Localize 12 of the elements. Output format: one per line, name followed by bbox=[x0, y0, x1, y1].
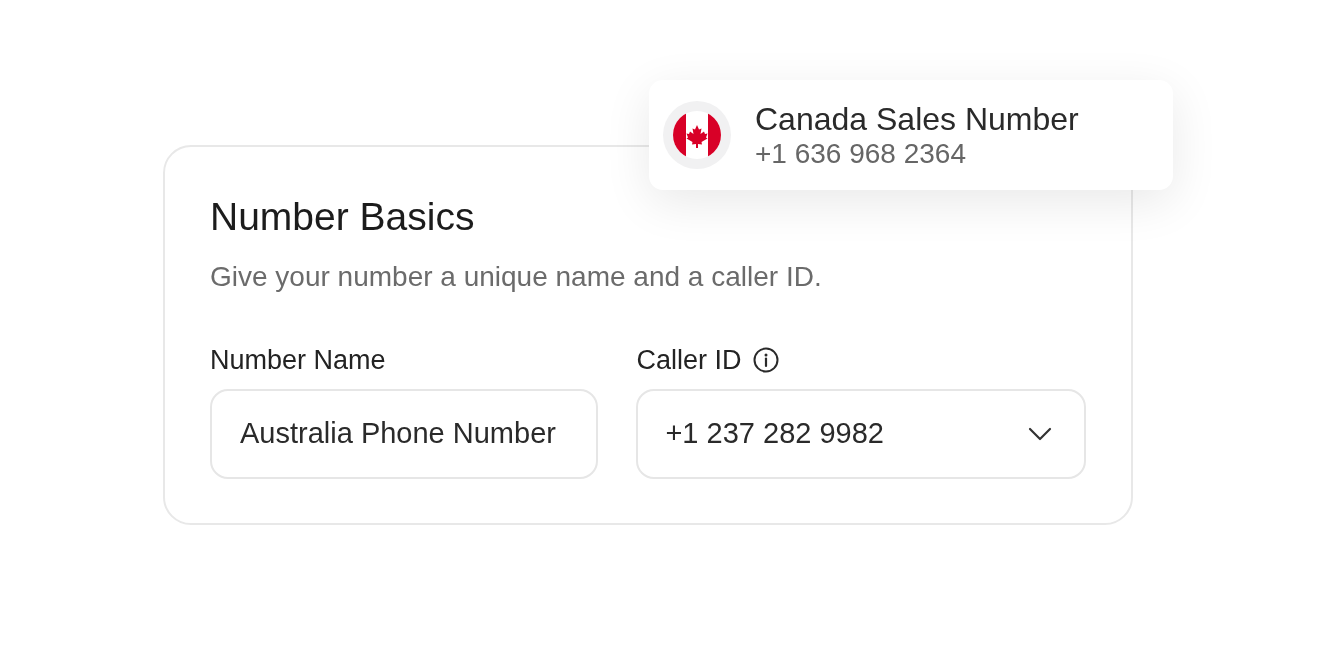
field-label: Caller ID bbox=[636, 345, 742, 375]
dropdown-field[interactable]: +1 237 282 9982 bbox=[636, 389, 1086, 479]
card-subtitle: Give your number a unique name and a caller ID. bbox=[210, 261, 823, 293]
popup-title: Canada Sales Number bbox=[755, 100, 1079, 138]
input-field[interactable]: Australia Phone Number bbox=[210, 389, 599, 479]
canada-flag-icon bbox=[663, 101, 731, 169]
popup-phone-number: +1 636 968 2364 bbox=[755, 138, 967, 170]
info-icon[interactable] bbox=[753, 347, 780, 373]
field-label: Number Name bbox=[210, 345, 386, 375]
card-title: Number Basics bbox=[210, 195, 476, 239]
chevron-down-icon bbox=[1028, 427, 1052, 441]
dropdown-value: +1 237 282 9982 bbox=[665, 416, 884, 452]
